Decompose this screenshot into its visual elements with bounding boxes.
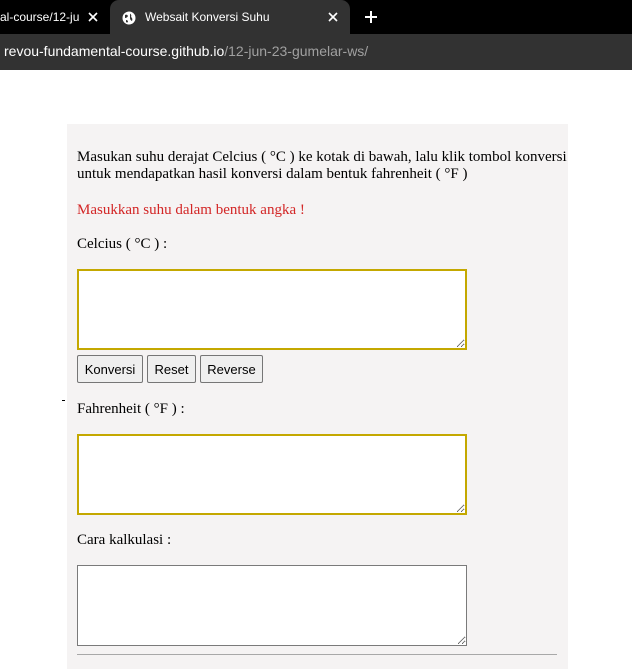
calc-output[interactable] bbox=[77, 565, 467, 646]
close-icon[interactable] bbox=[84, 8, 102, 26]
celcius-label: Celcius ( °C ) : bbox=[77, 236, 168, 252]
fahrenheit-output[interactable] bbox=[77, 434, 467, 515]
warning-text: Masukkan suhu dalam bentuk angka ! bbox=[77, 202, 305, 218]
globe-icon bbox=[122, 10, 136, 25]
tab-inactive[interactable]: al-course/12-jun bbox=[0, 0, 110, 34]
reset-button[interactable]: Reset bbox=[147, 355, 196, 383]
url-host: revou-fundamental-course.github.io bbox=[4, 43, 225, 59]
browser-tab-strip: al-course/12-jun Websait Konversi Suhu bbox=[0, 0, 632, 34]
new-tab-icon[interactable] bbox=[362, 8, 380, 26]
calc-label: Cara kalkulasi : bbox=[77, 532, 172, 548]
address-bar[interactable]: revou-fundamental-course.github.io/12-ju… bbox=[0, 34, 632, 70]
converter-card: Masukan suhu derajat Celcius ( °C ) ke k… bbox=[67, 124, 568, 669]
url-display[interactable]: revou-fundamental-course.github.io/12-ju… bbox=[4, 43, 368, 59]
url-path: /12-jun-23-gumelar-ws/ bbox=[224, 43, 369, 59]
close-icon[interactable] bbox=[324, 8, 342, 26]
reverse-button[interactable]: Reverse bbox=[200, 355, 263, 383]
fahrenheit-label: Fahrenheit ( °F ) : bbox=[77, 401, 185, 417]
convert-button[interactable]: Konversi bbox=[77, 355, 143, 383]
stray-mark bbox=[62, 400, 65, 401]
celcius-input[interactable] bbox=[77, 269, 467, 350]
tab-title: Websait Konversi Suhu bbox=[145, 10, 270, 24]
tab-active[interactable]: Websait Konversi Suhu bbox=[110, 0, 350, 34]
divider bbox=[77, 654, 557, 655]
tab-title: al-course/12-jun bbox=[0, 10, 80, 24]
intro-text: Masukan suhu derajat Celcius ( °C ) ke k… bbox=[77, 149, 567, 182]
